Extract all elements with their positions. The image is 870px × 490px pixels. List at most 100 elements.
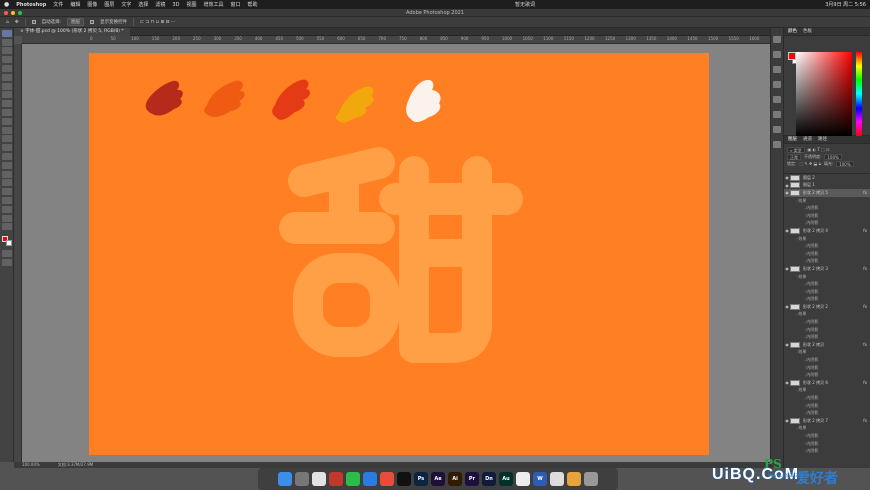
quick-mask-icon[interactable]: [1, 250, 12, 258]
layer-effects-row[interactable]: ◦ 效果: [784, 349, 870, 357]
eraser-tool-icon[interactable]: [1, 135, 12, 143]
dock-trash-icon[interactable]: [584, 472, 598, 486]
layer-effect-row[interactable]: ◦ 内阴影: [784, 409, 870, 417]
layer-row[interactable]: ◉ 形状 2 拷贝 6 fx: [784, 379, 870, 387]
dock-xmind-icon[interactable]: [329, 472, 343, 486]
layer-effect-row[interactable]: ◦ 内阴影: [784, 250, 870, 258]
layer-row[interactable]: ◉ 形状 2 拷贝 fx: [784, 341, 870, 349]
layer-row[interactable]: ◉ 形状 2 拷贝 5 fx: [784, 189, 870, 197]
dock-word-icon[interactable]: W: [533, 472, 547, 486]
document-info[interactable]: 文档:3.37M/27.9M: [58, 462, 93, 468]
layer-row[interactable]: ◉ 形状 2 拷贝 3 fx: [784, 265, 870, 273]
adjustments-panel-icon[interactable]: [773, 66, 781, 73]
layer-effects-row[interactable]: ◦ 效果: [784, 311, 870, 319]
layer-effect-row[interactable]: ◦ 内阴影: [784, 242, 870, 250]
tab-swatches[interactable]: 色板: [803, 28, 812, 35]
dock-safari-icon[interactable]: [363, 472, 377, 486]
brush-tool-icon[interactable]: [1, 108, 12, 116]
styles-panel-icon[interactable]: [773, 81, 781, 88]
blur-tool-icon[interactable]: [1, 152, 12, 160]
apple-icon[interactable]: ●: [4, 1, 9, 8]
marquee-tool-icon[interactable]: [1, 47, 12, 55]
more-tools-icon[interactable]: [1, 223, 12, 231]
layer-effects-row[interactable]: ◦ 效果: [784, 197, 870, 205]
color-swatches[interactable]: [1, 236, 12, 247]
menu-3d[interactable]: 3D: [172, 2, 179, 8]
dock-launchpad-icon[interactable]: [295, 472, 309, 486]
gradient-tool-icon[interactable]: [1, 144, 12, 152]
menu-edit[interactable]: 编辑: [70, 1, 80, 8]
menu-view[interactable]: 视图: [186, 1, 196, 8]
layer-filter-dropdown[interactable]: ⌕ 类型: [787, 146, 805, 153]
layer-row[interactable]: ◉ 图层 2: [784, 174, 870, 182]
fx-icon[interactable]: fx: [863, 418, 867, 423]
dock-qq-icon[interactable]: [397, 472, 411, 486]
hand-tool-icon[interactable]: [1, 205, 12, 213]
document-canvas[interactable]: [89, 53, 709, 455]
fx-icon[interactable]: fx: [863, 228, 867, 233]
align-icons[interactable]: ⊏ ⊐ ⊓ ⊔ ⊞ ⊟ ···: [140, 20, 175, 25]
layer-effect-row[interactable]: ◦ 内阴影: [784, 371, 870, 379]
menu-select[interactable]: 选择: [138, 1, 148, 8]
history-panel-icon[interactable]: [773, 36, 781, 43]
dock-preview-icon[interactable]: [550, 472, 564, 486]
lasso-tool-icon[interactable]: [1, 56, 12, 64]
dock-after-effects-icon[interactable]: Ae: [431, 472, 445, 486]
move-tool-icon[interactable]: [1, 29, 12, 37]
fx-icon[interactable]: fx: [863, 304, 867, 309]
zoom-tool-icon[interactable]: [1, 214, 12, 222]
layer-row[interactable]: ◉ 形状 2 拷贝 2 fx: [784, 303, 870, 311]
dock-dimension-icon[interactable]: Dn: [482, 472, 496, 486]
menu-filter[interactable]: 滤镜: [155, 1, 165, 8]
quick-select-tool-icon[interactable]: [1, 64, 12, 72]
menu-file[interactable]: 文件: [53, 1, 63, 8]
layer-effect-row[interactable]: ◦ 内阴影: [784, 432, 870, 440]
screen-mode-icon[interactable]: [1, 259, 12, 267]
fx-icon[interactable]: fx: [863, 342, 867, 347]
document-tab[interactable]: × 字体-甜.psd @ 100% (形状 2 拷贝 5, RGB/8) *: [14, 28, 130, 36]
menu-type[interactable]: 文字: [121, 1, 131, 8]
dock-edge-icon[interactable]: [516, 472, 530, 486]
dock-illustrator-icon[interactable]: Ai: [448, 472, 462, 486]
layer-effect-row[interactable]: ◦ 内阴影: [784, 447, 870, 455]
tab-color[interactable]: 颜色: [788, 28, 797, 35]
layer-effect-row[interactable]: ◦ 内阴影: [784, 212, 870, 220]
path-select-tool-icon[interactable]: [1, 188, 12, 196]
tab-channels[interactable]: 通道: [803, 136, 812, 143]
layer-effect-row[interactable]: ◦ 内阴影: [784, 394, 870, 402]
tab-layers[interactable]: 图层: [788, 136, 797, 143]
opacity-field[interactable]: 100%: [824, 153, 842, 160]
menu-help[interactable]: 帮助: [247, 1, 257, 8]
horizontal-ruler[interactable]: 0 50 100 150 200 250 300 350 400 450 500 550 600 650 7…: [22, 36, 770, 44]
layer-effect-row[interactable]: ◦ 内阴影: [784, 402, 870, 410]
hue-slider[interactable]: [856, 52, 862, 136]
glyphs-panel-icon[interactable]: [773, 141, 781, 148]
history-brush-tool-icon[interactable]: [1, 126, 12, 134]
shape-tool-icon[interactable]: [1, 196, 12, 204]
layer-effect-row[interactable]: ◦ 内阴影: [784, 440, 870, 448]
type-tool-icon[interactable]: [1, 179, 12, 187]
layer-effect-row[interactable]: ◦ 内阴影: [784, 364, 870, 372]
layer-effect-row[interactable]: ◦ 内阴影: [784, 204, 870, 212]
character-panel-icon[interactable]: [773, 96, 781, 103]
menubar-datetime[interactable]: 3月9日 周二 5:56: [825, 1, 866, 8]
layer-effect-row[interactable]: ◦ 内阴影: [784, 280, 870, 288]
menu-app-name[interactable]: Photoshop: [16, 2, 46, 8]
pen-tool-icon[interactable]: [1, 170, 12, 178]
blend-mode-dropdown[interactable]: 正常: [787, 153, 801, 160]
fx-icon[interactable]: fx: [863, 190, 867, 195]
fill-field[interactable]: 100%: [836, 160, 854, 167]
vertical-ruler[interactable]: [14, 44, 22, 462]
dock-music-icon[interactable]: [380, 472, 394, 486]
dock-chrome-icon[interactable]: [312, 472, 326, 486]
layer-effects-row[interactable]: ◦ 效果: [784, 235, 870, 243]
transform-controls-checkbox[interactable]: [90, 20, 95, 24]
dodge-tool-icon[interactable]: [1, 161, 12, 169]
dock-wechat-icon[interactable]: [346, 472, 360, 486]
dock-premiere-icon[interactable]: Pr: [465, 472, 479, 486]
dock-photoshop-icon[interactable]: Ps: [414, 472, 428, 486]
foreground-color[interactable]: [788, 52, 796, 60]
layer-effect-row[interactable]: ◦ 内阴影: [784, 288, 870, 296]
layer-effect-row[interactable]: ◦ 内阴影: [784, 356, 870, 364]
brush-panel-icon[interactable]: [773, 126, 781, 133]
